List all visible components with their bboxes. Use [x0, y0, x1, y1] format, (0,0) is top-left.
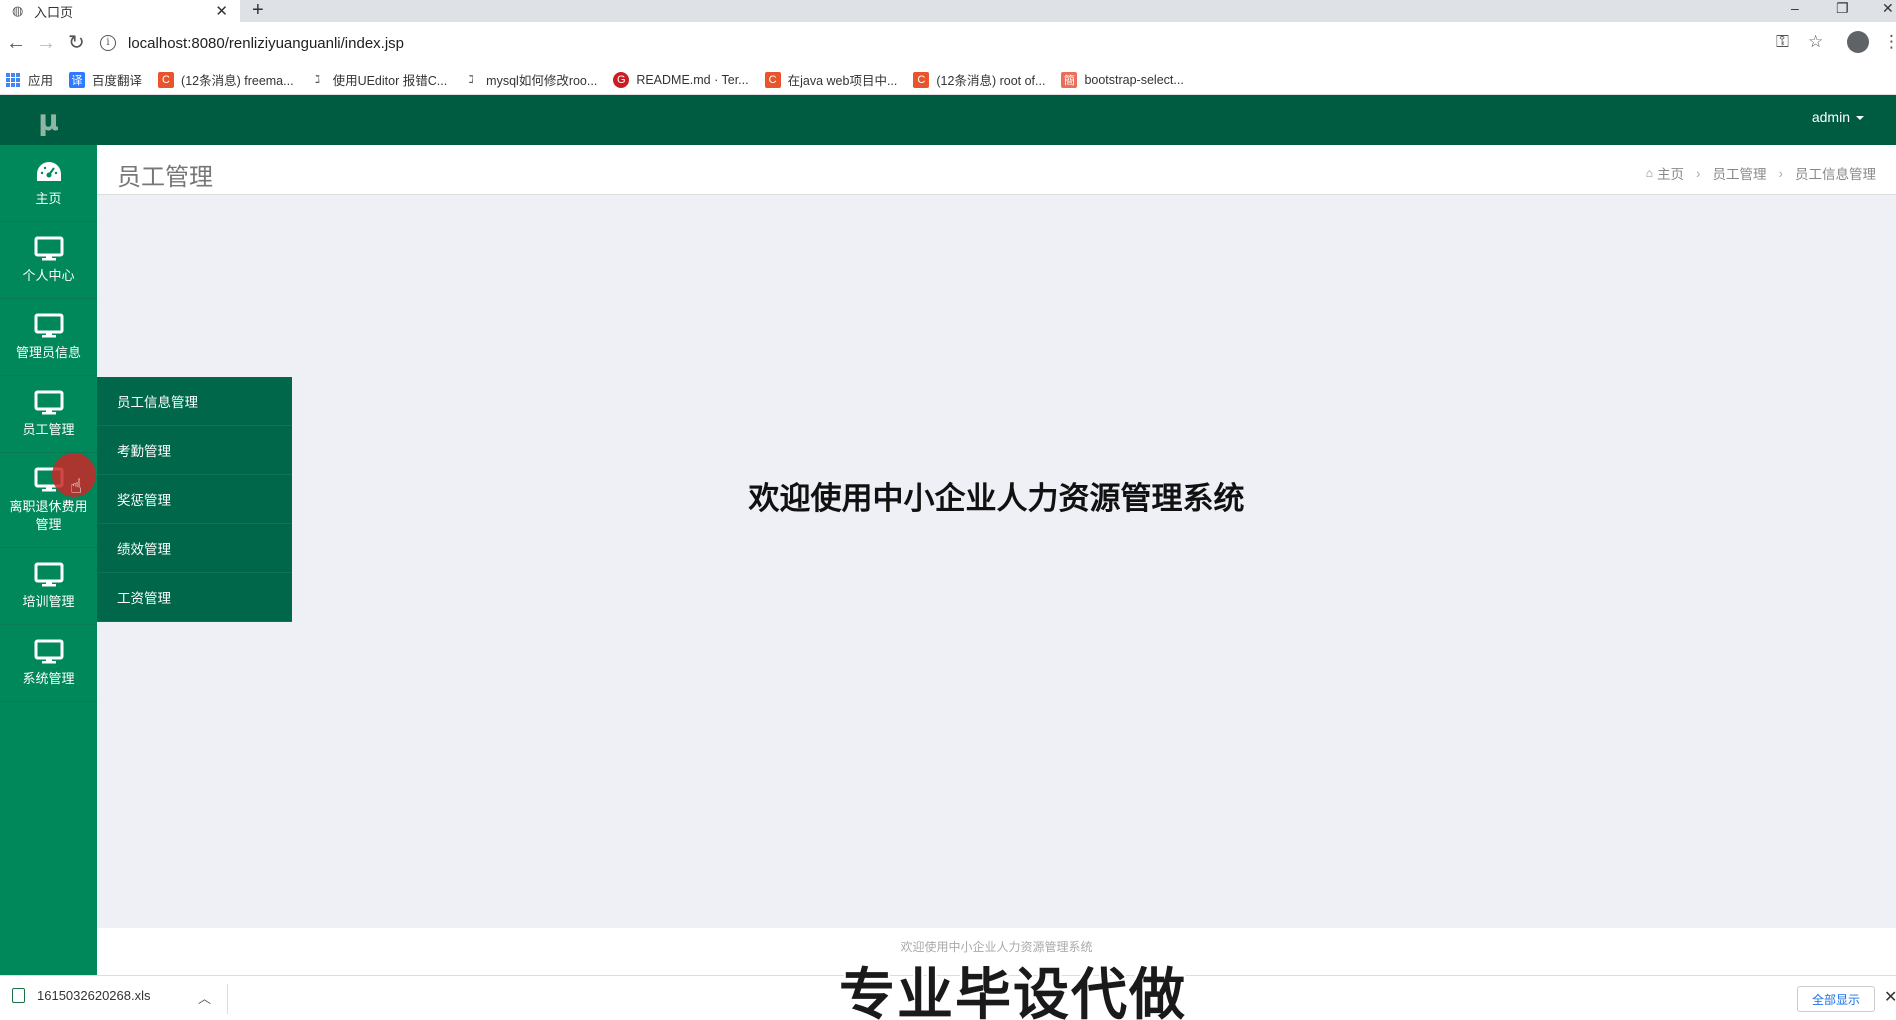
- hand-cursor-icon: ☝: [70, 476, 83, 498]
- submenu-item-salary[interactable]: 工资管理: [97, 573, 292, 622]
- dashboard-icon: [36, 161, 61, 181]
- menu-icon[interactable]: ⋮: [1883, 32, 1896, 52]
- info-icon[interactable]: i: [100, 35, 116, 51]
- address-bar[interactable]: i localhost:8080/renliziyuanguanli/index…: [100, 28, 1790, 58]
- breadcrumb-current: 员工信息管理: [1795, 167, 1876, 182]
- sidebar-item-label: 管理员信息: [15, 344, 81, 360]
- page-title: 员工管理: [117, 164, 213, 191]
- bookmark-item[interactable]: C (12条消息) freema...: [158, 70, 294, 89]
- sidebar-item-admin-info[interactable]: 管理员信息: [0, 299, 97, 376]
- sidebar-item-home[interactable]: 主页: [0, 145, 97, 222]
- back-icon[interactable]: ←: [6, 31, 26, 55]
- forward-icon[interactable]: →: [36, 31, 56, 55]
- chevron-right-icon: ›: [1778, 165, 1784, 181]
- bookmark-item[interactable]: C 在java web项目中...: [764, 70, 897, 89]
- user-menu[interactable]: admin: [1812, 109, 1864, 125]
- close-window-icon[interactable]: ✕: [1882, 0, 1894, 17]
- apps-icon: [6, 72, 20, 87]
- sidebar: μ 主页 个人中心 管理员信息 员工管理 离职退休费用管理 培训管理 系统管理: [0, 95, 97, 975]
- employee-submenu: 员工信息管理 考勤管理 奖惩管理 绩效管理 工资管理: [97, 377, 292, 622]
- restore-icon[interactable]: ❐: [1836, 0, 1849, 17]
- monitor-icon: [34, 639, 63, 663]
- sidebar-item-system[interactable]: 系统管理: [0, 625, 97, 702]
- app-root: μ 主页 个人中心 管理员信息 员工管理 离职退休费用管理 培训管理 系统管理 …: [0, 95, 1896, 975]
- main-content: 欢迎使用中小企业人力资源管理系统: [97, 195, 1896, 923]
- browser-tabstrip: ◍ 入口页 ✕ + – ❐ ✕: [0, 0, 1896, 22]
- csdn-icon: C: [913, 71, 930, 88]
- breadcrumb-employee-management[interactable]: 员工管理: [1713, 163, 1767, 183]
- profile-icon[interactable]: [1847, 31, 1869, 53]
- sidebar-item-label: 员工管理: [22, 421, 75, 437]
- sidebar-item-label: 个人中心: [22, 267, 75, 283]
- bookmark-item[interactable]: G README.md · Ter...: [613, 71, 749, 88]
- top-navbar: admin: [97, 95, 1896, 145]
- new-tab-icon[interactable]: +: [252, 0, 264, 20]
- tab-title: 入口页: [34, 4, 74, 20]
- baidu-translate-icon: 译: [69, 71, 86, 88]
- jianshu-icon: 簡: [1061, 71, 1078, 88]
- sidebar-item-employee-management[interactable]: 员工管理: [0, 376, 97, 453]
- close-tab-icon[interactable]: ✕: [215, 2, 228, 20]
- sidebar-item-label: 系统管理: [22, 670, 75, 686]
- breadcrumb: ⌂ 主页 › 员工管理 › 员工信息管理: [1646, 163, 1876, 183]
- site-icon: ℷ: [468, 74, 474, 86]
- caret-down-icon: [1856, 116, 1864, 121]
- bookmark-apps[interactable]: 应用: [6, 70, 53, 89]
- sidebar-item-training[interactable]: 培训管理: [0, 548, 97, 625]
- welcome-heading: 欢迎使用中小企业人力资源管理系统: [748, 481, 1245, 516]
- monitor-icon: [34, 562, 63, 586]
- csdn-icon: C: [158, 71, 175, 88]
- submenu-item-performance[interactable]: 绩效管理: [97, 524, 292, 573]
- key-icon[interactable]: ⚿: [1776, 32, 1789, 52]
- minimize-icon[interactable]: –: [1791, 0, 1799, 16]
- bookmark-item[interactable]: 译 百度翻译: [69, 70, 142, 89]
- submenu-item-employee-info[interactable]: 员工信息管理: [97, 377, 292, 426]
- home-icon: ⌂: [1645, 166, 1653, 180]
- username: admin: [1811, 109, 1850, 125]
- url-text[interactable]: localhost:8080/renliziyuanguanli/index.j…: [128, 35, 404, 52]
- logo: μ: [0, 95, 97, 145]
- watermark-text: 专业毕设代做: [839, 963, 1187, 1020]
- bookmark-item[interactable]: 簡 bootstrap-select...: [1061, 71, 1184, 88]
- sidebar-item-label: 离职退休费用管理: [9, 498, 88, 532]
- reload-icon[interactable]: ↻: [68, 31, 85, 55]
- browser-tab[interactable]: ◍ 入口页 ✕: [0, 0, 240, 22]
- star-icon[interactable]: ☆: [1808, 32, 1823, 52]
- bookmark-item[interactable]: ℷ 使用UEditor 报错C...: [310, 70, 447, 89]
- sidebar-item-label: 主页: [35, 190, 62, 206]
- submenu-item-rewards[interactable]: 奖惩管理: [97, 475, 292, 524]
- chevron-right-icon: ›: [1696, 165, 1701, 181]
- site-icon: ℷ: [315, 74, 321, 86]
- monitor-icon: [34, 236, 63, 260]
- page-header: 员工管理 ⌂ 主页 › 员工管理 › 员工信息管理: [97, 145, 1896, 195]
- breadcrumb-home[interactable]: 主页: [1657, 163, 1684, 183]
- globe-icon: ◍: [12, 3, 24, 18]
- csdn-icon: C: [764, 71, 781, 88]
- gitee-icon: G: [613, 71, 630, 88]
- monitor-icon: [34, 390, 63, 414]
- sidebar-item-personal-center[interactable]: 个人中心: [0, 222, 97, 299]
- bookmark-item[interactable]: ℷ mysql如何修改roo...: [463, 70, 598, 89]
- bookmarks-bar: 应用 译 百度翻译 C (12条消息) freema... ℷ 使用UEdito…: [0, 65, 1896, 95]
- monitor-icon: [34, 313, 63, 337]
- browser-toolbar: ← → ↻ i localhost:8080/renliziyuanguanli…: [0, 22, 1896, 65]
- submenu-item-attendance[interactable]: 考勤管理: [97, 426, 292, 475]
- bookmark-item[interactable]: C (12条消息) root of...: [913, 70, 1045, 89]
- sidebar-item-label: 培训管理: [22, 593, 75, 609]
